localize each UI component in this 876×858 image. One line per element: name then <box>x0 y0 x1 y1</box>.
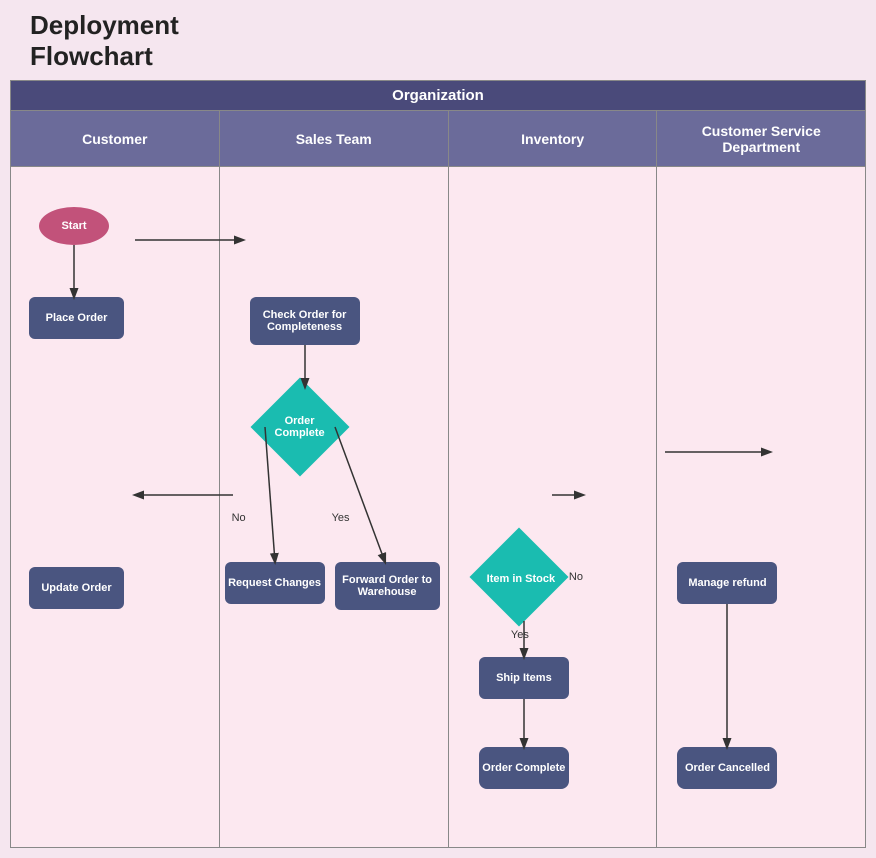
flowchart-container: Organization Customer Start Place Order … <box>10 80 866 848</box>
check-order-node: Check Order for Completeness <box>250 297 360 345</box>
manage-refund-node: Manage refund <box>677 562 777 604</box>
lane-inventory: Inventory Item in Stock Ship Items Order… <box>449 111 658 847</box>
update-order-node: Update Order <box>29 567 124 609</box>
lane-header-inventory: Inventory <box>449 111 657 167</box>
lane-header-csd: Customer Service Department <box>657 111 865 167</box>
lane-header-sales: Sales Team <box>220 111 448 167</box>
page-title: Deployment Flowchart <box>10 10 866 72</box>
order-complete-diamond: Order Complete <box>260 387 340 467</box>
lane-sales: Sales Team Check Order for Completeness … <box>220 111 449 847</box>
lane-customer: Customer Start Place Order Update Order <box>11 111 220 847</box>
no-label-1: No <box>232 512 246 524</box>
ship-items-node: Ship Items <box>479 657 569 699</box>
request-changes-node: Request Changes <box>225 562 325 604</box>
start-node: Start <box>39 207 109 245</box>
yes-label-2: Yes <box>511 629 529 641</box>
item-in-stock-diamond: Item in Stock <box>479 537 563 621</box>
forward-order-node: Forward Order to Warehouse <box>335 562 440 610</box>
lane-header-customer: Customer <box>11 111 219 167</box>
lane-csd: Customer Service Department Manage refun… <box>657 111 865 847</box>
order-complete2-node: Order Complete <box>479 747 569 789</box>
order-cancelled-node: Order Cancelled <box>677 747 777 789</box>
no-label-2: No <box>569 571 583 583</box>
yes-label-1: Yes <box>332 512 350 524</box>
place-order-node: Place Order <box>29 297 124 339</box>
org-header: Organization <box>11 81 865 111</box>
